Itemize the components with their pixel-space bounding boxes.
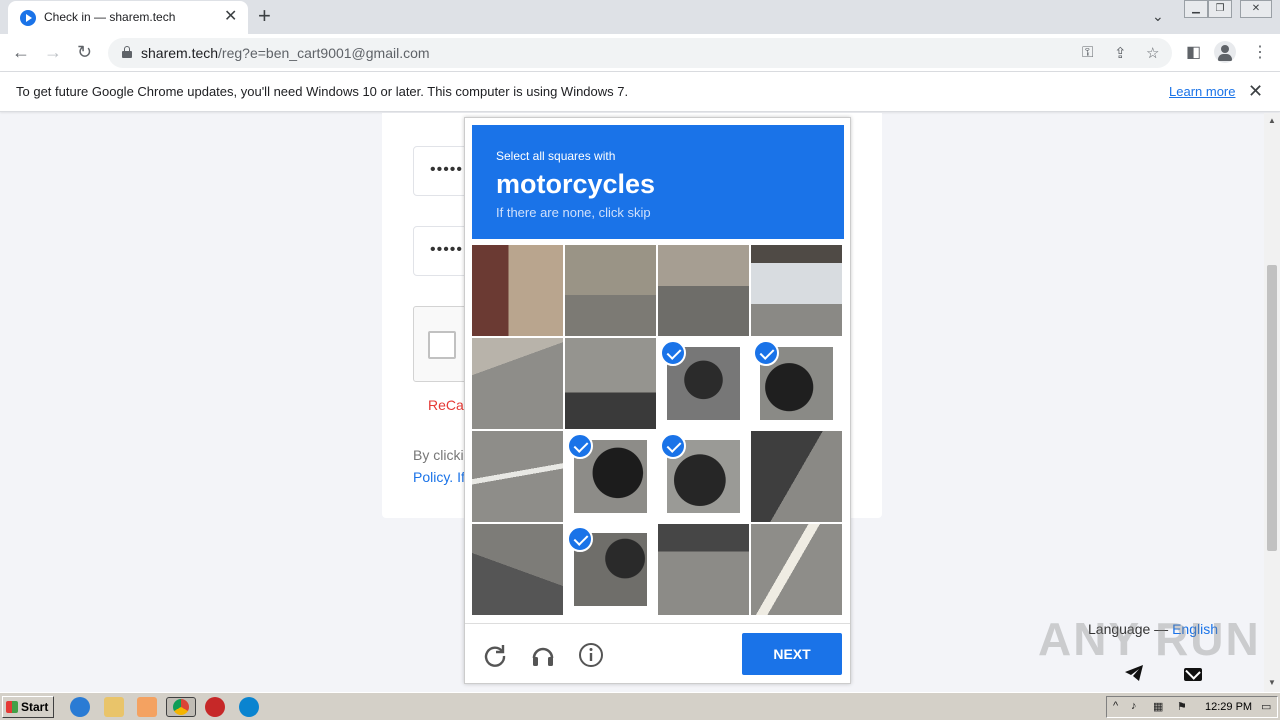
captcha-tile[interactable] (565, 431, 656, 522)
start-button[interactable]: Start (2, 696, 54, 718)
captcha-tile-image (751, 245, 842, 336)
infobar-message: To get future Google Chrome updates, you… (16, 84, 629, 99)
profile-avatar-icon[interactable] (1214, 41, 1236, 63)
infobar-close-icon[interactable]: ✕ (1248, 81, 1263, 102)
checkmark-icon (660, 433, 686, 459)
url-text[interactable]: sharem.tech/reg?e=ben_cart9001@gmail.com (141, 45, 430, 61)
password-mask: ••••• (430, 161, 464, 178)
anyrun-watermark: ANY RUN (1038, 613, 1261, 665)
next-button[interactable]: NEXT (742, 633, 842, 675)
captcha-tile[interactable] (565, 245, 656, 336)
captcha-challenge-dialog: Select all squares with motorcycles If t… (464, 117, 851, 684)
captcha-tile[interactable] (751, 431, 842, 522)
explorer-folder-icon[interactable] (104, 697, 124, 717)
taskbar-clock[interactable]: 12:29 PM (1205, 701, 1252, 713)
opera-icon[interactable] (205, 697, 225, 717)
captcha-tile-image (565, 338, 656, 429)
captcha-tile[interactable] (658, 431, 749, 522)
scroll-up-arrow-icon[interactable]: ▲ (1268, 116, 1276, 125)
browser-tab[interactable]: Check in — sharem.tech ✕ (8, 1, 248, 34)
reload-challenge-icon[interactable] (482, 642, 508, 668)
network-icon[interactable]: ▦ (1153, 700, 1163, 713)
reload-button[interactable]: ↻ (77, 42, 92, 62)
captcha-tile[interactable] (658, 338, 749, 429)
chrome-icon (173, 699, 189, 715)
captcha-target-object: motorcycles (496, 169, 656, 199)
captcha-skip-hint: If there are none, click skip (496, 205, 651, 220)
browser-toolbar: ← → ↻ sharem.tech/reg?e=ben_cart9001@gma… (0, 34, 1280, 72)
back-button[interactable]: ← (12, 42, 30, 62)
tab-close-icon[interactable]: ✕ (224, 8, 237, 26)
page-scrollbar[interactable]: ▲ ▼ (1264, 113, 1280, 692)
address-bar[interactable]: sharem.tech/reg?e=ben_cart9001@gmail.com… (108, 38, 1172, 68)
key-icon[interactable]: ⚿ (1082, 44, 1093, 61)
captcha-tile-image (658, 245, 749, 336)
captcha-tile[interactable] (565, 524, 656, 615)
restore-button[interactable]: ❐ (1208, 0, 1232, 18)
captcha-tile[interactable] (472, 338, 563, 429)
captcha-tile-image (751, 431, 842, 522)
checkmark-icon (567, 433, 593, 459)
captcha-tile[interactable] (658, 524, 749, 615)
tab-strip: Check in — sharem.tech ✕ + ⌄ ▁ ❐ ✕ (0, 0, 1280, 34)
media-player-icon[interactable] (137, 697, 157, 717)
confirm-password-mask: ••••• (430, 241, 464, 258)
lock-icon[interactable] (122, 46, 132, 58)
share-icon[interactable]: ⇪ (1114, 44, 1127, 62)
captcha-tile[interactable] (751, 524, 842, 615)
edge-icon[interactable] (239, 697, 259, 717)
mail-icon[interactable] (1184, 668, 1202, 681)
checkmark-icon (753, 340, 779, 366)
captcha-tile[interactable] (658, 245, 749, 336)
close-window-button[interactable]: ✕ (1240, 0, 1272, 18)
bookmark-star-icon[interactable]: ☆ (1146, 44, 1159, 62)
captcha-prompt: Select all squares with (496, 149, 616, 163)
captcha-tile[interactable] (751, 245, 842, 336)
captcha-tile[interactable] (472, 524, 563, 615)
tray-expand-icon[interactable]: ^ (1113, 700, 1118, 712)
telegram-icon[interactable] (1124, 664, 1144, 682)
side-panel-icon[interactable]: ◧ (1186, 42, 1201, 62)
checkmark-icon (567, 526, 593, 552)
action-center-flag-icon[interactable]: ⚑ (1177, 700, 1187, 713)
update-infobar: To get future Google Chrome updates, you… (0, 72, 1280, 112)
menu-kebab-icon[interactable]: ⋮ (1252, 42, 1268, 62)
captcha-tile-image (472, 338, 563, 429)
ie-icon[interactable] (70, 697, 90, 717)
show-desktop-icon[interactable]: ▭ (1261, 700, 1271, 713)
audio-challenge-icon[interactable] (530, 642, 556, 668)
captcha-tile[interactable] (472, 431, 563, 522)
windows-taskbar: Start ^ ♪ ▦ ⚑ 12:29 PM ▭ (0, 692, 1280, 720)
captcha-tile[interactable] (565, 338, 656, 429)
captcha-tile-image (472, 524, 563, 615)
policy-link[interactable]: Policy. If (413, 469, 465, 485)
volume-icon[interactable]: ♪ (1131, 700, 1137, 712)
captcha-tile-image (751, 524, 842, 615)
captcha-tile-image (472, 431, 563, 522)
captcha-tile[interactable] (472, 245, 563, 336)
chrome-taskbar-button[interactable] (166, 697, 196, 717)
forward-button[interactable]: → (44, 42, 62, 62)
captcha-instructions: Select all squares with motorcycles If t… (472, 125, 844, 239)
site-favicon-icon (20, 10, 36, 26)
tab-search-chevron-icon[interactable]: ⌄ (1152, 8, 1164, 25)
captcha-tile[interactable] (751, 338, 842, 429)
new-tab-button[interactable]: + (258, 5, 271, 27)
captcha-tile-image (658, 524, 749, 615)
learn-more-link[interactable]: Learn more (1169, 84, 1235, 99)
captcha-image-grid (472, 245, 844, 617)
recaptcha-checkbox[interactable] (428, 331, 456, 359)
scroll-down-arrow-icon[interactable]: ▼ (1268, 678, 1276, 687)
info-icon[interactable] (578, 642, 604, 668)
checkmark-icon (660, 340, 686, 366)
captcha-footer: NEXT (465, 623, 850, 683)
captcha-tile-image (472, 245, 563, 336)
scroll-thumb[interactable] (1267, 265, 1277, 551)
captcha-tile-image (565, 245, 656, 336)
system-tray: ^ ♪ ▦ ⚑ 12:29 PM ▭ (1106, 696, 1278, 718)
terms-text: By clicki (413, 447, 464, 463)
minimize-button[interactable]: ▁ (1184, 0, 1208, 18)
tab-title: Check in — sharem.tech (44, 10, 176, 24)
